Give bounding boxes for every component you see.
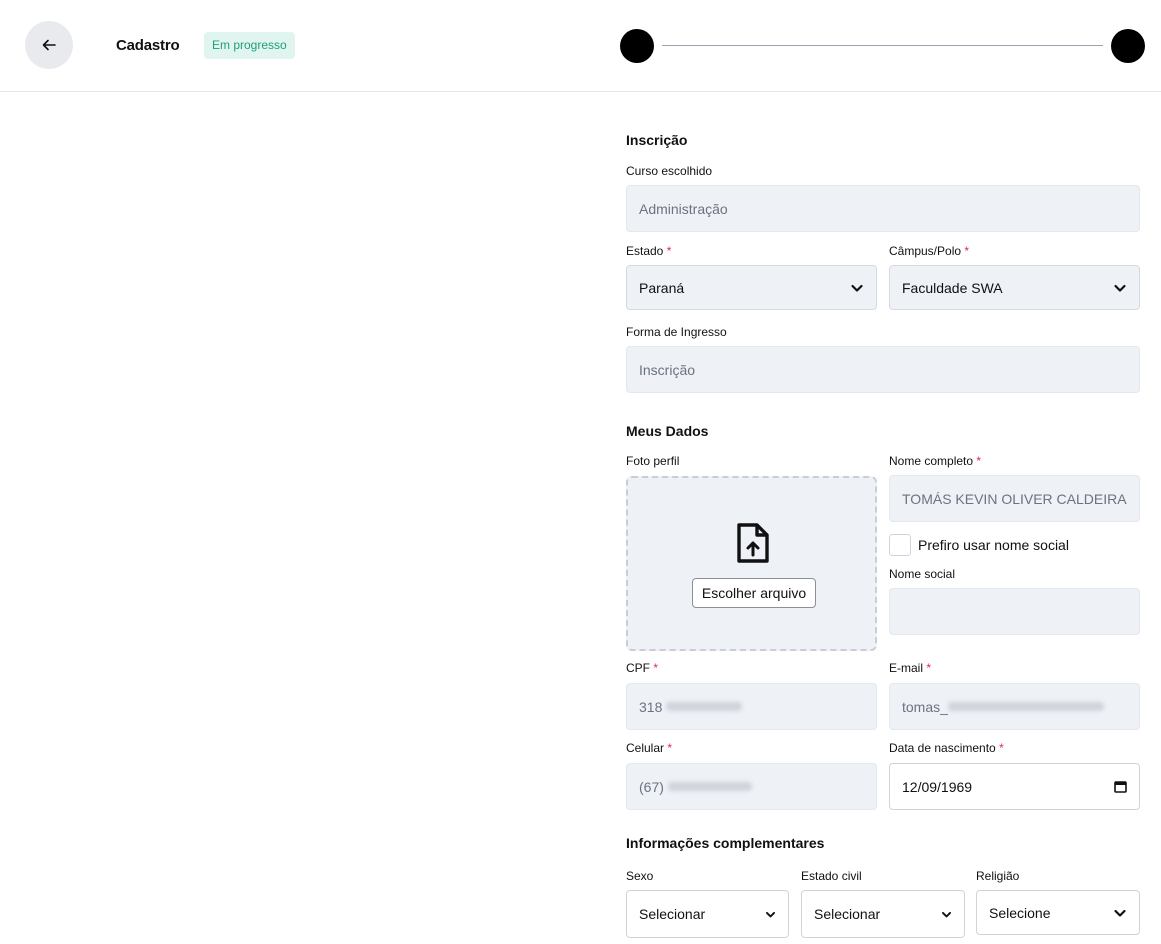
- nome-label: Nome completo *: [889, 454, 982, 468]
- foto-label: Foto perfil: [626, 454, 680, 468]
- curso-field[interactable]: Administração: [626, 185, 1140, 232]
- nome-value: TOMÁS KEVIN OLIVER CALDEIRA: [902, 490, 1127, 507]
- sexo-value: Selecionar: [639, 906, 706, 922]
- campus-label: Câmpus/Polo *: [889, 244, 970, 258]
- top-header: Cadastro Em progresso: [0, 0, 1161, 92]
- celular-field[interactable]: (67): [626, 763, 877, 810]
- choose-file-button[interactable]: Escolher arquivo: [692, 578, 816, 608]
- arrow-left-icon: [42, 39, 56, 51]
- progress-stepper: [620, 29, 1145, 63]
- chevron-down-icon: [942, 911, 951, 917]
- calendar-icon[interactable]: [1114, 780, 1127, 793]
- birthdate-value: 12/09/1969: [902, 778, 973, 795]
- status-badge: Em progresso: [204, 32, 295, 59]
- email-label: E-mail *: [889, 661, 932, 675]
- file-upload-icon: [737, 523, 769, 563]
- photo-dropzone[interactable]: Escolher arquivo: [626, 476, 877, 651]
- celular-label: Celular *: [626, 741, 673, 755]
- section-title-meus-dados: Meus Dados: [626, 423, 709, 439]
- religiao-value: Selecione: [989, 904, 1051, 921]
- nome-field[interactable]: TOMÁS KEVIN OLIVER CALDEIRA: [889, 475, 1140, 522]
- sexo-select[interactable]: Selecionar: [626, 890, 789, 938]
- step-1-dot[interactable]: [620, 29, 654, 63]
- celular-value: (67): [639, 778, 664, 795]
- page-title: Cadastro: [116, 37, 180, 54]
- cpf-value: 318: [639, 698, 663, 715]
- nascimento-label: Data de nascimento *: [889, 741, 1004, 755]
- step-connector: [662, 45, 1103, 46]
- cpf-label: CPF *: [626, 661, 659, 675]
- celular-redacted: [667, 782, 752, 791]
- forma-value: Inscrição: [639, 361, 696, 378]
- nome-social-field[interactable]: [889, 588, 1140, 635]
- civil-label: Estado civil: [801, 869, 862, 883]
- campus-value: Faculdade SWA: [902, 279, 1003, 296]
- curso-value: Administração: [639, 200, 728, 217]
- forma-field[interactable]: Inscrição: [626, 346, 1140, 393]
- chevron-down-icon: [1114, 284, 1126, 292]
- chevron-down-icon: [766, 911, 775, 917]
- email-redacted: [947, 702, 1104, 711]
- estado-value: Paraná: [639, 279, 685, 296]
- campus-select[interactable]: Faculdade SWA: [889, 265, 1140, 310]
- back-button[interactable]: [25, 21, 73, 69]
- section-title-complementares: Informações complementares: [626, 835, 825, 851]
- civil-value: Selecionar: [814, 906, 881, 922]
- religiao-label: Religião: [976, 869, 1020, 883]
- social-name-checkbox[interactable]: [889, 534, 911, 556]
- section-title-inscricao: Inscrição: [626, 132, 688, 148]
- email-value: tomas_: [902, 698, 948, 715]
- nome-social-label: Nome social: [889, 567, 956, 581]
- sexo-label: Sexo: [626, 869, 654, 883]
- chevron-down-icon: [1114, 909, 1126, 917]
- estado-label: Estado *: [626, 244, 672, 258]
- step-2-dot[interactable]: [1111, 29, 1145, 63]
- estado-select[interactable]: Paraná: [626, 265, 877, 310]
- religiao-select[interactable]: Selecione: [976, 890, 1140, 935]
- cpf-field[interactable]: 318: [626, 683, 877, 730]
- chevron-down-icon: [851, 284, 863, 292]
- cpf-redacted: [666, 702, 743, 711]
- social-name-checkbox-label: Prefiro usar nome social: [918, 537, 1069, 553]
- forma-label: Forma de Ingresso: [626, 325, 727, 339]
- civil-select[interactable]: Selecionar: [801, 890, 965, 938]
- email-field[interactable]: tomas_: [889, 683, 1140, 730]
- curso-label: Curso escolhido: [626, 164, 713, 178]
- birthdate-input[interactable]: 12/09/1969: [889, 763, 1140, 810]
